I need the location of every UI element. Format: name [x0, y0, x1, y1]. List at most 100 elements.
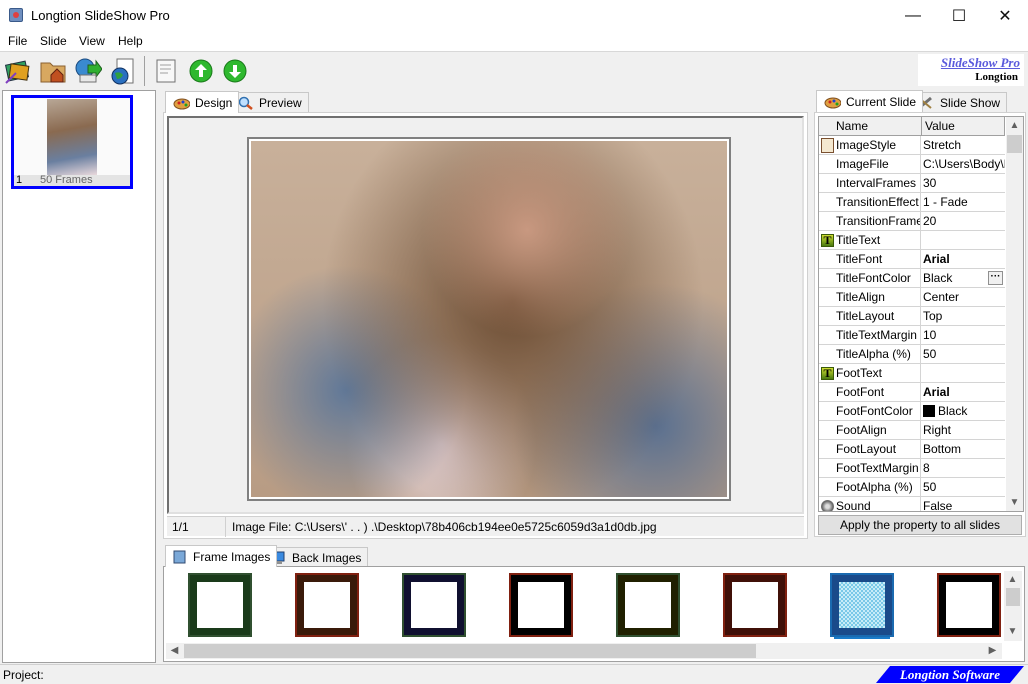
property-value[interactable]: Center	[923, 288, 1005, 307]
property-row[interactable]: IntervalFrames 30	[819, 174, 1005, 193]
tab-design[interactable]: Design	[165, 91, 240, 113]
property-value[interactable]: 50	[923, 478, 1005, 497]
scroll-up-arrow[interactable]: ▲	[1004, 571, 1021, 588]
minimize-button[interactable]: —	[890, 0, 936, 31]
property-scrollbar[interactable]: ▲ ▼	[1006, 117, 1023, 511]
property-value[interactable]: Stretch	[923, 136, 1005, 155]
close-button[interactable]: ✕	[982, 0, 1028, 31]
menu-help[interactable]: Help	[118, 34, 143, 48]
scroll-down-arrow[interactable]: ▼	[1004, 623, 1021, 640]
property-value[interactable]: C:\Users\Body\D	[923, 155, 1005, 174]
apply-to-all-button[interactable]: Apply the property to all slides	[818, 515, 1022, 535]
tab-back-images[interactable]: Back Images	[264, 547, 369, 567]
toolbar	[0, 51, 1028, 89]
property-value[interactable]: Black ···	[923, 269, 1005, 288]
tab-slide-show[interactable]: Slide Show	[910, 92, 1008, 112]
property-row[interactable]: FootTextMargin 8	[819, 459, 1005, 478]
app-icon	[9, 8, 23, 22]
tab-design-label: Design	[195, 95, 233, 110]
property-value[interactable]: 8	[923, 459, 1005, 478]
new-project-icon[interactable]	[4, 57, 32, 85]
menu-view[interactable]: View	[79, 34, 105, 48]
property-row[interactable]: T FootText	[819, 364, 1005, 383]
slide-thumbnail[interactable]: 1 50 Frames	[11, 95, 133, 189]
tab-frame-images[interactable]: Frame Images	[165, 545, 278, 567]
maximize-button[interactable]: ☐	[936, 0, 982, 31]
frame-thumbnail[interactable]	[937, 573, 1001, 637]
property-value[interactable]: 50	[923, 345, 1005, 364]
save-project-icon[interactable]	[74, 57, 103, 85]
property-value[interactable]: 20	[923, 212, 1005, 231]
property-row[interactable]: TitleFontColor Black ···	[819, 269, 1005, 288]
ellipsis-button[interactable]: ···	[988, 271, 1003, 285]
logo-company-name: Longtion	[975, 71, 1018, 83]
property-row[interactable]: T TitleText	[819, 231, 1005, 250]
frames-vertical-scrollbar[interactable]: ▲ ▼	[1004, 571, 1022, 641]
tab-slide-show-label: Slide Show	[940, 95, 1001, 110]
slide-position: 1/1	[172, 520, 189, 534]
property-row-icon-cell	[819, 326, 836, 345]
move-up-icon[interactable]	[188, 57, 216, 85]
design-status-row: 1/1 Image File: C:\Users\' . . ) .\Deskt…	[167, 516, 804, 537]
property-value[interactable]	[923, 231, 1005, 250]
scroll-down-arrow[interactable]: ▼	[1006, 494, 1023, 511]
property-row[interactable]: FootAlpha (%) 50	[819, 478, 1005, 497]
publish-icon[interactable]	[109, 57, 137, 85]
tab-back-images-label: Back Images	[292, 550, 362, 565]
slide-image-frame[interactable]	[247, 137, 731, 501]
frame-thumbnail[interactable]	[830, 573, 894, 637]
new-slide-icon[interactable]	[152, 57, 180, 85]
property-row[interactable]: FootFont Arial	[819, 383, 1005, 402]
property-value[interactable]: 10	[923, 326, 1005, 345]
property-row[interactable]: ImageFile C:\Users\Body\D	[819, 155, 1005, 174]
property-row[interactable]: TitleFont Arial	[819, 250, 1005, 269]
property-row[interactable]: TransitionFrames 20	[819, 212, 1005, 231]
property-row[interactable]: TitleLayout Top	[819, 307, 1005, 326]
move-down-icon[interactable]	[222, 57, 250, 85]
property-row[interactable]: ImageStyle Stretch	[819, 136, 1005, 155]
tab-preview-label: Preview	[259, 95, 302, 110]
property-row[interactable]: TransitionEffect 1 - Fade	[819, 193, 1005, 212]
open-project-icon[interactable]	[39, 57, 67, 85]
menu-slide[interactable]: Slide	[40, 34, 67, 48]
property-name: FootFont	[836, 383, 921, 402]
property-value[interactable]: Right	[923, 421, 1005, 440]
property-row[interactable]: TitleAlpha (%) 50	[819, 345, 1005, 364]
property-value[interactable]: Bottom	[923, 440, 1005, 459]
frame-thumbnail[interactable]	[188, 573, 252, 637]
frame-thumbnail[interactable]	[723, 573, 787, 637]
scroll-left-arrow[interactable]: ◀	[166, 642, 183, 659]
property-name: FootText	[836, 364, 921, 383]
column-name[interactable]: Name	[819, 117, 922, 136]
property-value[interactable]: 1 - Fade	[923, 193, 1005, 212]
property-value[interactable]: False	[923, 497, 1005, 511]
frame-thumbnail[interactable]	[616, 573, 680, 637]
frame-thumbnail[interactable]	[509, 573, 573, 637]
frame-thumbnail[interactable]	[295, 573, 359, 637]
property-row[interactable]: TitleTextMargin 10	[819, 326, 1005, 345]
column-value[interactable]: Value	[922, 117, 1005, 136]
property-row[interactable]: FootLayout Bottom	[819, 440, 1005, 459]
property-value[interactable]: Top	[923, 307, 1005, 326]
scroll-up-arrow[interactable]: ▲	[1006, 117, 1023, 134]
frames-horizontal-scrollbar[interactable]: ◀ ▶	[166, 643, 1002, 659]
property-row[interactable]: Sound False	[819, 497, 1005, 511]
menu-file[interactable]: File	[8, 34, 27, 48]
scroll-thumb[interactable]	[1007, 135, 1022, 153]
property-value[interactable]: Arial	[923, 383, 1005, 402]
frame-thumbnail[interactable]	[402, 573, 466, 637]
property-value[interactable]: 30	[923, 174, 1005, 193]
property-value[interactable]: Arial	[923, 250, 1005, 269]
property-name: FootFontColor	[836, 402, 921, 421]
property-value[interactable]	[923, 364, 1005, 383]
scroll-right-arrow[interactable]: ▶	[984, 642, 1001, 659]
frame-thumbnail-inner	[946, 582, 992, 628]
tab-preview[interactable]: Preview	[231, 92, 309, 112]
frames-scroll-thumb[interactable]	[184, 644, 756, 658]
property-row[interactable]: FootFontColor Black	[819, 402, 1005, 421]
property-row[interactable]: TitleAlign Center	[819, 288, 1005, 307]
property-row[interactable]: FootAlign Right	[819, 421, 1005, 440]
tab-current-slide[interactable]: Current Slide	[816, 90, 924, 112]
frames-vscroll-thumb[interactable]	[1006, 588, 1020, 606]
property-value[interactable]: Black	[923, 402, 1005, 421]
